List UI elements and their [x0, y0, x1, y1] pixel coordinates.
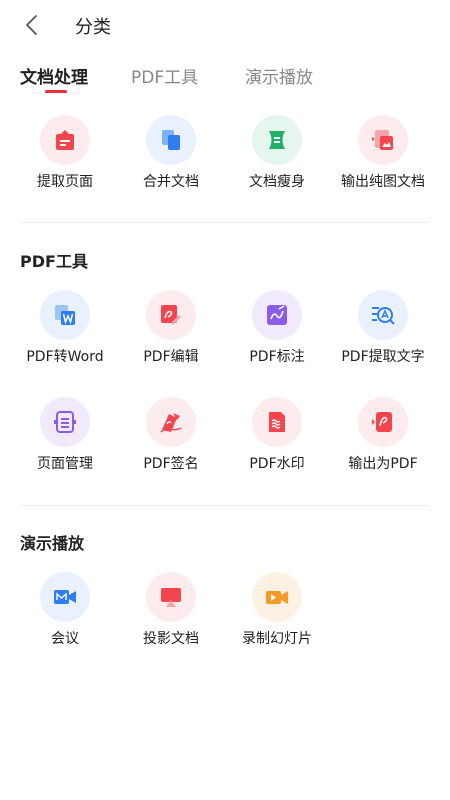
- tool-export-pdf[interactable]: 输出为PDF: [330, 397, 436, 477]
- tool-page-manage[interactable]: 页面管理: [12, 397, 118, 477]
- tool-extract-page[interactable]: 提取页面: [12, 115, 118, 195]
- section-divider: [20, 222, 430, 223]
- tool-pdf-sign[interactable]: PDF签名: [118, 397, 224, 477]
- tool-label: PDF提取文字: [341, 349, 425, 365]
- tool-merge-document[interactable]: 合并文档: [118, 115, 224, 195]
- export-image-doc-icon: [358, 115, 408, 165]
- section-title-presentation: 演示播放: [20, 534, 85, 553]
- page-manage-icon: [40, 397, 90, 447]
- tool-record-slides[interactable]: 录制幻灯片: [224, 572, 330, 652]
- tool-pdf-watermark[interactable]: PDF水印: [224, 397, 330, 477]
- tool-label: 录制幻灯片: [242, 631, 312, 647]
- category-tabs: 文档处理 PDF工具 演示播放: [0, 60, 450, 100]
- projection-icon: [146, 572, 196, 622]
- pdf-extract-text-icon: [358, 290, 408, 340]
- slim-document-icon: [252, 115, 302, 165]
- pdf-watermark-icon: [252, 397, 302, 447]
- pdf-to-word-icon: [40, 290, 90, 340]
- merge-document-icon: [146, 115, 196, 165]
- tool-export-image-doc[interactable]: 输出纯图文档: [330, 115, 436, 195]
- tool-pdf-extract-text[interactable]: PDF提取文字: [330, 290, 436, 370]
- tab-pdf-tools[interactable]: PDF工具: [131, 63, 198, 88]
- tool-slim-document[interactable]: 文档瘦身: [224, 115, 330, 195]
- tab-presentation[interactable]: 演示播放: [245, 63, 313, 88]
- tool-meeting[interactable]: 会议: [12, 572, 118, 652]
- active-tab-indicator: [45, 90, 67, 93]
- tool-pdf-edit[interactable]: PDF编辑: [118, 290, 224, 370]
- pdf-annotate-icon: [252, 290, 302, 340]
- page-title: 分类: [75, 17, 111, 38]
- top-bar: 分类: [0, 0, 450, 50]
- tool-projection[interactable]: 投影文档: [118, 572, 224, 652]
- tool-label: 输出为PDF: [348, 456, 418, 472]
- section-divider: [20, 505, 430, 506]
- tool-pdf-annotate[interactable]: PDF标注: [224, 290, 330, 370]
- record-slides-icon: [252, 572, 302, 622]
- pdf-edit-icon: [146, 290, 196, 340]
- tab-document-processing[interactable]: 文档处理: [20, 63, 88, 88]
- meeting-icon: [40, 572, 90, 622]
- extract-page-icon: [40, 115, 90, 165]
- export-pdf-icon: [358, 397, 408, 447]
- section-title-pdf-tools: PDF工具: [20, 252, 88, 271]
- chevron-left-icon[interactable]: [20, 12, 46, 38]
- tool-pdf-to-word[interactable]: PDF转Word: [12, 290, 118, 370]
- tool-label: 输出纯图文档: [341, 174, 425, 190]
- pdf-sign-icon: [146, 397, 196, 447]
